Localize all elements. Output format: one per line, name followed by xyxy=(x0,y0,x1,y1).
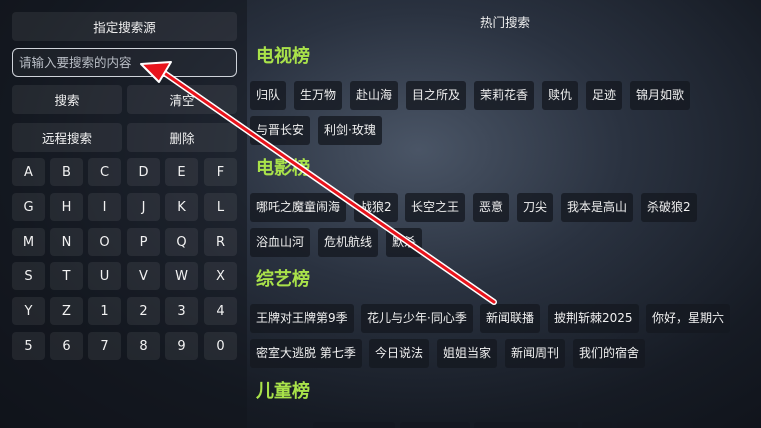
hot-item[interactable]: 杀破狼2 xyxy=(641,193,697,222)
hot-item-partial[interactable] xyxy=(313,422,395,428)
key-i[interactable]: I xyxy=(88,193,121,221)
key-q[interactable]: Q xyxy=(165,228,198,256)
key-o[interactable]: O xyxy=(88,228,121,256)
hot-item[interactable]: 赴山海 xyxy=(350,81,399,110)
key-t[interactable]: T xyxy=(50,262,83,290)
key-h[interactable]: H xyxy=(50,193,83,221)
key-j[interactable]: J xyxy=(127,193,160,221)
hot-item-partial[interactable] xyxy=(582,422,612,428)
hot-item[interactable]: 战狼2 xyxy=(354,193,398,222)
hot-item[interactable]: 密室大逃脱 第七季 xyxy=(250,339,362,368)
hot-item[interactable]: 赎仇 xyxy=(542,81,579,110)
key-e[interactable]: E xyxy=(165,158,198,186)
hot-item[interactable]: 新闻联播 xyxy=(480,304,541,333)
hot-item[interactable]: 恶意 xyxy=(473,193,510,222)
key-r[interactable]: R xyxy=(204,228,237,256)
section-title: 儿童榜 xyxy=(256,381,310,402)
hot-item[interactable]: 花儿与少年·同心季 xyxy=(361,304,473,333)
key-5[interactable]: 5 xyxy=(12,332,45,360)
key-g[interactable]: G xyxy=(12,193,45,221)
key-d[interactable]: D xyxy=(127,158,160,186)
key-a[interactable]: A xyxy=(12,158,45,186)
section-title: 综艺榜 xyxy=(256,269,310,290)
key-3[interactable]: 3 xyxy=(165,297,198,325)
key-p[interactable]: P xyxy=(127,228,160,256)
key-x[interactable]: X xyxy=(204,262,237,290)
search-button[interactable]: 搜索 xyxy=(12,85,122,114)
key-7[interactable]: 7 xyxy=(88,332,121,360)
key-y[interactable]: Y xyxy=(12,297,45,325)
hot-item[interactable]: 足迹 xyxy=(586,81,623,110)
hot-item-partial[interactable] xyxy=(400,422,470,428)
key-v[interactable]: V xyxy=(127,262,160,290)
hot-item[interactable]: 生万物 xyxy=(294,81,343,110)
hot-item[interactable]: 长空之王 xyxy=(405,193,466,222)
section-title: 电视榜 xyxy=(256,46,310,67)
hot-item-partial[interactable] xyxy=(474,422,578,428)
source-select-button[interactable]: 指定搜索源 xyxy=(12,12,237,41)
delete-button[interactable]: 删除 xyxy=(127,123,237,152)
hot-item[interactable]: 我们的宿舍 xyxy=(573,339,646,368)
key-l[interactable]: L xyxy=(204,193,237,221)
hot-item[interactable]: 新闻周刊 xyxy=(505,339,566,368)
key-4[interactable]: 4 xyxy=(204,297,237,325)
key-6[interactable]: 6 xyxy=(50,332,83,360)
hot-item[interactable]: 姐姐当家 xyxy=(437,339,498,368)
hot-item[interactable]: 锦月如歌 xyxy=(630,81,691,110)
key-0[interactable]: 0 xyxy=(204,332,237,360)
key-1[interactable]: 1 xyxy=(88,297,121,325)
key-9[interactable]: 9 xyxy=(165,332,198,360)
hot-item[interactable]: 今日说法 xyxy=(369,339,430,368)
hot-item[interactable]: 浴血山河 xyxy=(250,228,311,257)
hot-item[interactable]: 与晋长安 xyxy=(250,116,311,145)
key-c[interactable]: C xyxy=(88,158,121,186)
key-u[interactable]: U xyxy=(88,262,121,290)
key-n[interactable]: N xyxy=(50,228,83,256)
hot-item[interactable]: 刀尖 xyxy=(517,193,554,222)
hot-item[interactable]: 你好，星期六 xyxy=(646,304,731,333)
remote-search-button[interactable]: 远程搜索 xyxy=(12,123,122,152)
hot-item-partial[interactable] xyxy=(617,422,693,428)
key-w[interactable]: W xyxy=(165,262,198,290)
hot-item[interactable]: 披荆斩棘2025 xyxy=(548,304,639,333)
hot-item[interactable]: 我本是高山 xyxy=(561,193,634,222)
key-k[interactable]: K xyxy=(165,193,198,221)
hot-item[interactable]: 目之所及 xyxy=(406,81,467,110)
hot-item[interactable]: 茉莉花香 xyxy=(474,81,535,110)
key-f[interactable]: F xyxy=(204,158,237,186)
clear-button[interactable]: 清空 xyxy=(127,85,237,114)
hot-item[interactable]: 归队 xyxy=(250,81,287,110)
key-s[interactable]: S xyxy=(12,262,45,290)
section-title: 电影榜 xyxy=(256,158,310,179)
key-2[interactable]: 2 xyxy=(127,297,160,325)
hot-search-title: 热门搜索 xyxy=(479,15,530,30)
hot-item[interactable]: 危机航线 xyxy=(318,228,379,257)
hot-item[interactable]: 利剑·玫瑰 xyxy=(318,116,382,145)
search-input[interactable] xyxy=(12,48,237,77)
hot-item[interactable]: 王牌对王牌第9季 xyxy=(250,304,354,333)
key-m[interactable]: M xyxy=(12,228,45,256)
hot-item[interactable]: 哪吒之魔童闹海 xyxy=(250,193,347,222)
key-z[interactable]: Z xyxy=(50,297,83,325)
hot-item[interactable]: 默杀 xyxy=(386,228,423,257)
key-8[interactable]: 8 xyxy=(127,332,160,360)
key-b[interactable]: B xyxy=(50,158,83,186)
